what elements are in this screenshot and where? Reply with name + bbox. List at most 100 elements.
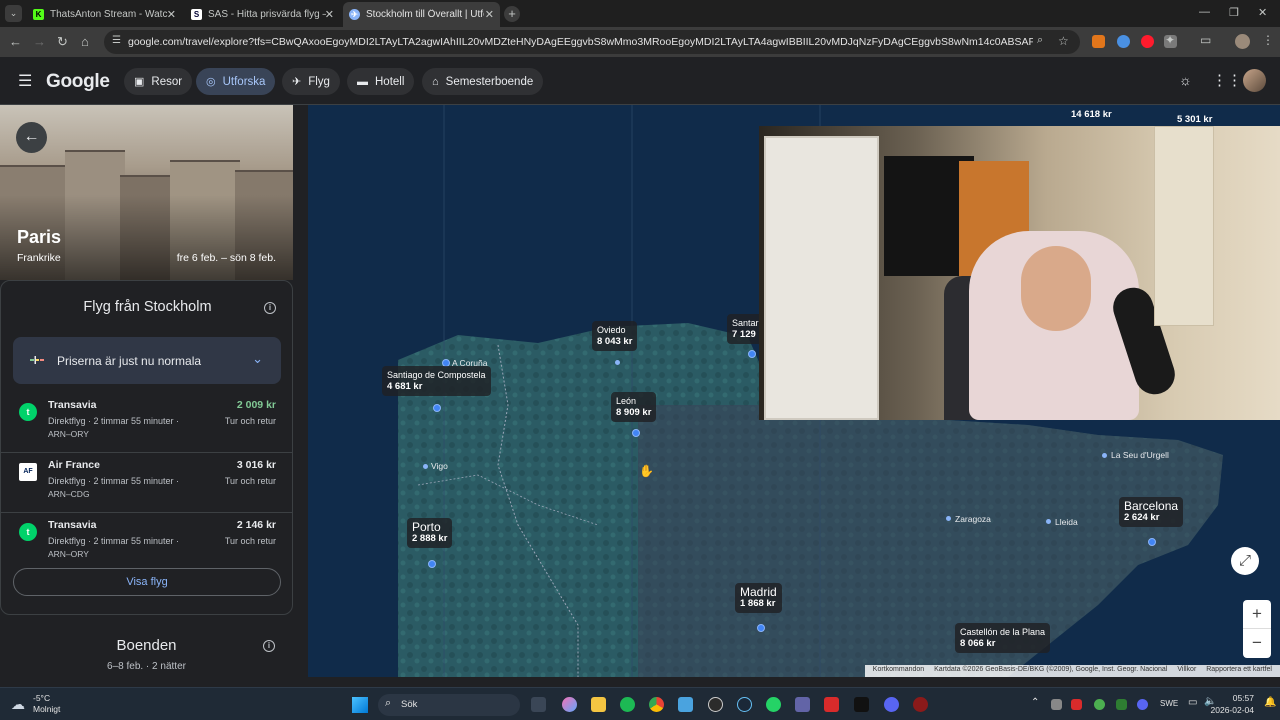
back-icon[interactable]: ← — [9, 34, 22, 49]
trip-dates[interactable]: fre 6 feb. – sön 8 feb. — [177, 252, 276, 264]
map-price-castellon[interactable]: Castellón de la Plana 8 066 kr — [955, 623, 1051, 653]
back-arrow-button[interactable]: ← — [16, 122, 47, 153]
close-tab-icon[interactable]: ✕ — [325, 8, 334, 21]
forward-icon[interactable]: → — [33, 34, 46, 49]
window-app-icon[interactable] — [678, 697, 693, 712]
notification-bell-icon[interactable]: 🔔 — [1264, 697, 1276, 708]
map-pin[interactable] — [757, 624, 765, 632]
browser-tab-kick[interactable]: K ThatsAnton Stream - Watch Liv ✕ — [27, 4, 182, 24]
map-pin[interactable] — [433, 404, 441, 412]
flight-option[interactable]: t Transavia Direktflyg · 2 timmar 55 min… — [1, 393, 293, 453]
minimize-icon[interactable]: — — [1199, 6, 1210, 18]
theme-sun-icon[interactable]: ☼ — [1179, 72, 1192, 88]
map-pin[interactable] — [1148, 538, 1156, 546]
steam-icon[interactable] — [737, 697, 752, 712]
discord-icon[interactable] — [884, 697, 899, 712]
extension-shield-icon[interactable] — [1117, 35, 1130, 48]
clock-date[interactable]: 2026-02-04 — [1211, 705, 1254, 715]
browser-tab-google-travel[interactable]: ✈ Stockholm till Överallt | Utforsk ✕ — [343, 2, 500, 27]
info-icon[interactable]: i — [263, 640, 275, 652]
zoom-in-button[interactable]: + — [1243, 600, 1271, 629]
bookmark-star-icon[interactable]: ☆ — [1058, 34, 1069, 48]
extensions-puzzle-icon[interactable]: ✦ — [1165, 33, 1175, 47]
whatsapp-icon[interactable] — [766, 697, 781, 712]
tray-app-icon[interactable] — [1116, 699, 1127, 710]
tab-list-button[interactable]: ⌄ — [5, 5, 22, 22]
home-icon[interactable]: ⌂ — [81, 34, 89, 49]
show-flights-button[interactable]: Visa flyg — [13, 568, 281, 596]
map-pin[interactable] — [748, 350, 756, 358]
info-icon[interactable]: i — [264, 302, 276, 314]
clock-time[interactable]: 05:57 — [1233, 693, 1254, 703]
taskbar-search[interactable]: ⌕ Sök — [378, 694, 520, 716]
map-price-porto[interactable]: Porto 2 888 kr — [407, 518, 453, 548]
restore-icon[interactable]: ❐ — [1229, 6, 1239, 19]
map-price-santiago[interactable]: Santiago de Compostela 4 681 kr — [382, 366, 491, 396]
task-view-icon[interactable] — [531, 697, 546, 712]
reload-icon[interactable]: ↻ — [57, 34, 68, 50]
fullscreen-toggle-button[interactable]: ⤢ — [1231, 547, 1259, 575]
opera-icon[interactable] — [1141, 35, 1154, 48]
tray-app-icon[interactable] — [1094, 699, 1105, 710]
nav-chip-semesterboende[interactable]: ⌂ Semesterboende — [422, 68, 544, 95]
map-price-barcelona[interactable]: Barcelona 2 624 kr — [1119, 497, 1184, 527]
nav-chip-resor[interactable]: ▣ Resor — [124, 68, 193, 95]
browser-menu-icon[interactable]: ⋮ — [1262, 33, 1274, 47]
nav-chip-utforska[interactable]: ◎ Utforska — [196, 68, 276, 95]
input-language[interactable]: SWE — [1160, 699, 1178, 708]
tray-app-icon[interactable] — [1137, 699, 1148, 710]
google-logo[interactable]: Google — [46, 71, 110, 93]
network-icon[interactable]: ▭ — [1188, 697, 1197, 708]
site-info-icon[interactable]: ☰ — [112, 35, 121, 46]
keyboard-shortcuts-link[interactable]: Kortkommandon — [873, 666, 924, 673]
close-window-icon[interactable]: ✕ — [1258, 6, 1267, 19]
price-insight-dropdown[interactable]: Priserna är just nu normala ⌄ — [13, 337, 281, 384]
map-pin[interactable] — [632, 429, 640, 437]
weather-temperature[interactable]: -5°C — [33, 693, 50, 703]
map-price-leon[interactable]: León 8 909 kr — [611, 392, 657, 422]
file-explorer-icon[interactable] — [591, 697, 606, 712]
spotify-icon[interactable] — [620, 697, 635, 712]
copilot-icon[interactable] — [562, 697, 577, 712]
browser-tab-sas[interactable]: S SAS - Hitta prisvärda flyg – Bok ✕ — [185, 4, 340, 24]
app-red-icon[interactable] — [824, 697, 839, 712]
main-menu-icon[interactable]: ☰ — [18, 71, 32, 91]
map-price-top-1[interactable]: 14 618 kr — [1066, 105, 1117, 124]
obs-icon[interactable] — [708, 697, 723, 712]
chrome-icon[interactable] — [649, 697, 664, 712]
terms-link[interactable]: Villkor — [1177, 666, 1196, 673]
apps-grid-icon[interactable]: ⋮⋮ — [1212, 71, 1242, 89]
weather-description[interactable]: Molnigt — [33, 704, 60, 714]
url-text[interactable]: google.com/travel/explore?tfs=CBwQAxooEg… — [128, 36, 1033, 48]
flight-option[interactable]: AF Air France Direktflyg · 2 timmar 55 m… — [1, 453, 293, 513]
close-tab-icon[interactable]: ✕ — [485, 8, 494, 21]
new-tab-button[interactable]: + — [504, 6, 520, 22]
account-avatar[interactable] — [1243, 69, 1266, 92]
zoom-out-button[interactable]: − — [1243, 629, 1271, 658]
report-map-error-link[interactable]: Rapportera ett kartfel — [1206, 666, 1272, 673]
profile-avatar[interactable] — [1235, 34, 1250, 49]
map-price-madrid[interactable]: Madrid 1 868 kr — [735, 583, 782, 613]
address-bar[interactable]: ☰ google.com/travel/explore?tfs=CBwQAxoo… — [104, 30, 1080, 54]
record-icon[interactable] — [913, 697, 928, 712]
tab-search-icon[interactable]: ▭ — [1200, 33, 1211, 47]
tray-app-icon[interactable] — [1071, 699, 1082, 710]
map-pin[interactable] — [423, 464, 428, 469]
nav-chip-flyg[interactable]: ✈ Flyg — [282, 68, 340, 95]
close-tab-icon[interactable]: ✕ — [167, 8, 176, 21]
nav-chip-hotell[interactable]: ▬ Hotell — [347, 68, 415, 95]
windows-start-icon[interactable] — [352, 697, 368, 713]
map-pin[interactable] — [946, 516, 951, 521]
tray-app-icon[interactable] — [1051, 699, 1062, 710]
map-pin[interactable] — [428, 560, 436, 568]
map-pin[interactable] — [1102, 453, 1107, 458]
zoom-icon[interactable]: ⌕ — [1037, 34, 1043, 47]
capcut-icon[interactable] — [854, 697, 869, 712]
map-pin[interactable] — [1046, 519, 1051, 524]
teams-icon[interactable] — [795, 697, 810, 712]
metamask-icon[interactable] — [1092, 35, 1105, 48]
map-pin[interactable] — [615, 360, 620, 365]
map-price-oviedo[interactable]: Oviedo 8 043 kr — [592, 321, 638, 351]
flight-option[interactable]: t Transavia Direktflyg · 2 timmar 55 min… — [1, 513, 293, 573]
tray-overflow-icon[interactable]: ⌃ — [1031, 697, 1039, 708]
